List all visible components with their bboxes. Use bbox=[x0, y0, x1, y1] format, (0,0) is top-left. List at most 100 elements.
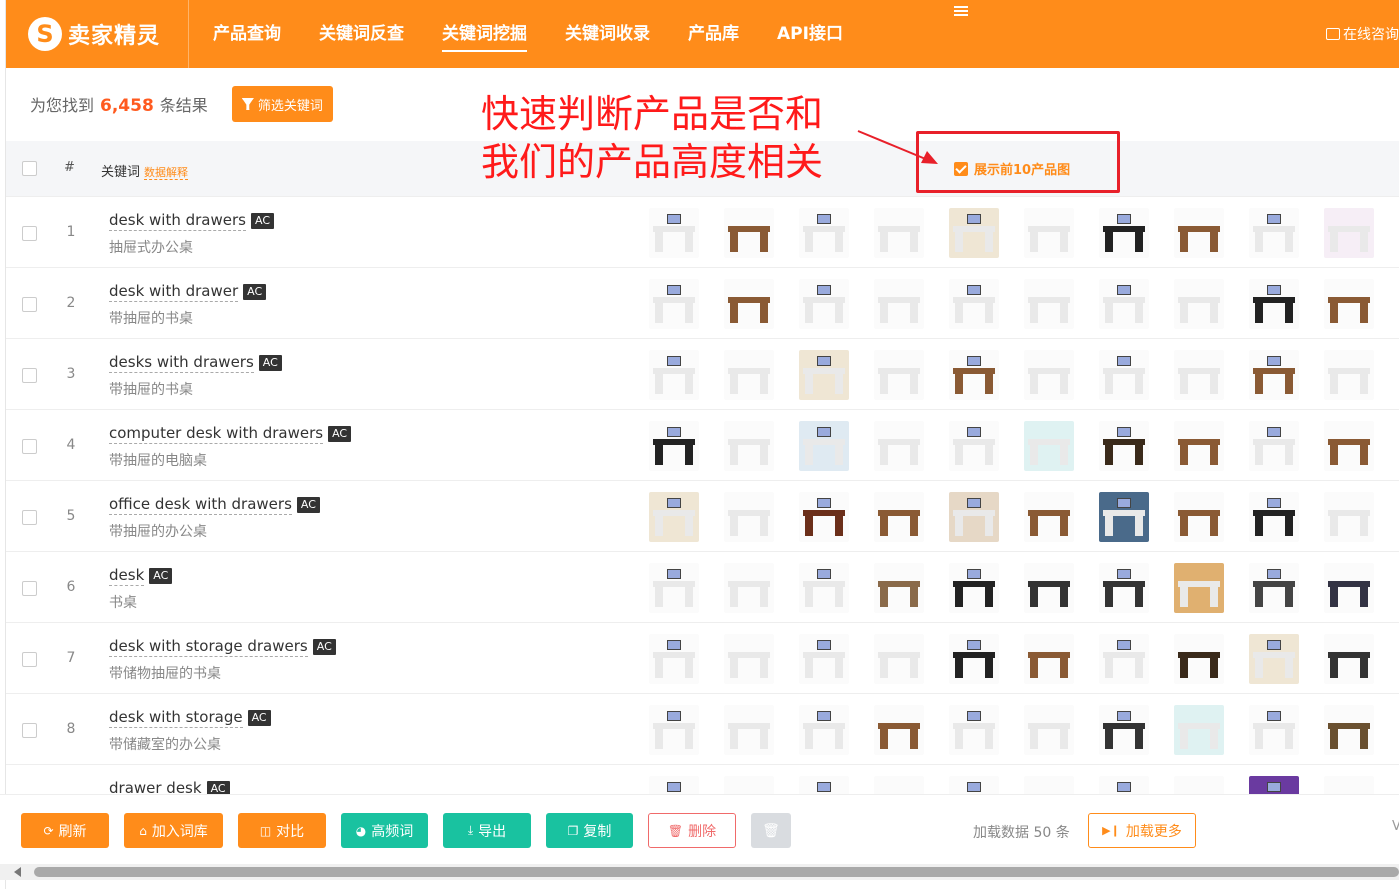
product-thumbnail[interactable] bbox=[1249, 279, 1299, 329]
delete-button[interactable]: 🗑 删除 bbox=[648, 813, 736, 848]
product-thumbnail[interactable] bbox=[649, 776, 699, 794]
horizontal-scroll-thumb[interactable] bbox=[34, 867, 1399, 877]
product-thumbnail[interactable] bbox=[1324, 634, 1374, 684]
show-top10-checkbox[interactable] bbox=[954, 161, 968, 176]
product-thumbnail[interactable] bbox=[724, 776, 774, 794]
row-checkbox[interactable] bbox=[22, 652, 37, 667]
product-thumbnail[interactable] bbox=[1024, 776, 1074, 794]
product-thumbnail[interactable] bbox=[874, 776, 924, 794]
keyword-link[interactable]: desk with drawer bbox=[109, 281, 239, 302]
product-thumbnail[interactable] bbox=[1174, 634, 1224, 684]
product-thumbnail[interactable] bbox=[724, 492, 774, 542]
product-thumbnail[interactable] bbox=[799, 563, 849, 613]
keyword-link[interactable]: desk with drawers bbox=[109, 210, 246, 231]
product-thumbnail[interactable] bbox=[949, 563, 999, 613]
product-thumbnail[interactable] bbox=[874, 350, 924, 400]
product-thumbnail[interactable] bbox=[1099, 634, 1149, 684]
scroll-left-arrow-icon[interactable] bbox=[14, 867, 21, 877]
product-thumbnail[interactable] bbox=[1249, 705, 1299, 755]
product-thumbnail[interactable] bbox=[1024, 563, 1074, 613]
product-thumbnail[interactable] bbox=[1174, 492, 1224, 542]
filter-keywords-button[interactable]: 筛选关键词 bbox=[231, 86, 333, 122]
product-thumbnail[interactable] bbox=[874, 705, 924, 755]
nav-item-product-query[interactable]: 产品查询 bbox=[213, 0, 281, 68]
product-thumbnail[interactable] bbox=[949, 208, 999, 258]
select-all-checkbox[interactable] bbox=[22, 161, 37, 176]
product-thumbnail[interactable] bbox=[799, 776, 849, 794]
product-thumbnail[interactable] bbox=[1174, 776, 1224, 794]
keyword-link[interactable]: desk with storage drawers bbox=[109, 636, 308, 657]
product-thumbnail[interactable] bbox=[1099, 705, 1149, 755]
product-thumbnail[interactable] bbox=[1099, 563, 1149, 613]
product-thumbnail[interactable] bbox=[874, 208, 924, 258]
product-thumbnail[interactable] bbox=[1324, 421, 1374, 471]
row-checkbox[interactable] bbox=[22, 581, 37, 596]
product-thumbnail[interactable] bbox=[1249, 776, 1299, 794]
keyword-link[interactable]: desks with drawers bbox=[109, 352, 254, 373]
product-thumbnail[interactable] bbox=[1099, 279, 1149, 329]
row-checkbox[interactable] bbox=[22, 723, 37, 738]
product-thumbnail[interactable] bbox=[1174, 705, 1224, 755]
logo[interactable]: S 卖家精灵 bbox=[28, 14, 160, 54]
product-thumbnail[interactable] bbox=[1324, 776, 1374, 794]
show-top10-toggle[interactable]: 展示前10产品图 bbox=[954, 159, 1070, 178]
high-frequency-button[interactable]: ◕ 高频词 bbox=[341, 813, 428, 848]
product-thumbnail[interactable] bbox=[1324, 279, 1374, 329]
compare-button[interactable]: ◫ 对比 bbox=[238, 813, 326, 848]
product-thumbnail[interactable] bbox=[949, 421, 999, 471]
product-thumbnail[interactable] bbox=[949, 705, 999, 755]
product-thumbnail[interactable] bbox=[1324, 208, 1374, 258]
product-thumbnail[interactable] bbox=[949, 776, 999, 794]
product-thumbnail[interactable] bbox=[1024, 705, 1074, 755]
collapse-menu-icon[interactable] bbox=[951, 4, 971, 18]
product-thumbnail[interactable] bbox=[1024, 634, 1074, 684]
product-thumbnail[interactable] bbox=[1099, 776, 1149, 794]
product-thumbnail[interactable] bbox=[1249, 350, 1299, 400]
product-thumbnail[interactable] bbox=[1174, 208, 1224, 258]
row-checkbox[interactable] bbox=[22, 226, 37, 241]
product-thumbnail[interactable] bbox=[949, 634, 999, 684]
product-thumbnail[interactable] bbox=[874, 634, 924, 684]
product-thumbnail[interactable] bbox=[724, 350, 774, 400]
product-thumbnail[interactable] bbox=[1324, 350, 1374, 400]
product-thumbnail[interactable] bbox=[1249, 492, 1299, 542]
product-thumbnail[interactable] bbox=[1024, 421, 1074, 471]
keyword-link[interactable]: computer desk with drawers bbox=[109, 423, 324, 444]
product-thumbnail[interactable] bbox=[724, 279, 774, 329]
horizontal-scrollbar[interactable] bbox=[0, 864, 1399, 880]
product-thumbnail[interactable] bbox=[799, 350, 849, 400]
product-thumbnail[interactable] bbox=[799, 421, 849, 471]
product-thumbnail[interactable] bbox=[949, 492, 999, 542]
product-thumbnail[interactable] bbox=[649, 705, 699, 755]
product-thumbnail[interactable] bbox=[1249, 634, 1299, 684]
row-checkbox[interactable] bbox=[22, 510, 37, 525]
product-thumbnail[interactable] bbox=[649, 492, 699, 542]
nav-item-product-library[interactable]: 产品库 bbox=[688, 0, 739, 68]
product-thumbnail[interactable] bbox=[1174, 421, 1224, 471]
keyword-link[interactable]: office desk with drawers bbox=[109, 494, 292, 515]
product-thumbnail[interactable] bbox=[724, 208, 774, 258]
product-thumbnail[interactable] bbox=[1099, 492, 1149, 542]
row-checkbox[interactable] bbox=[22, 439, 37, 454]
row-checkbox[interactable] bbox=[22, 368, 37, 383]
keyword-link[interactable]: drawer desk bbox=[109, 778, 202, 794]
product-thumbnail[interactable] bbox=[1324, 563, 1374, 613]
product-thumbnail[interactable] bbox=[1324, 705, 1374, 755]
product-thumbnail[interactable] bbox=[1099, 208, 1149, 258]
product-thumbnail[interactable] bbox=[724, 705, 774, 755]
refresh-button[interactable]: ⟳ 刷新 bbox=[21, 813, 109, 848]
row-checkbox[interactable] bbox=[22, 297, 37, 312]
product-thumbnail[interactable] bbox=[799, 208, 849, 258]
product-thumbnail[interactable] bbox=[724, 634, 774, 684]
product-thumbnail[interactable] bbox=[1249, 563, 1299, 613]
nav-item-keyword-indexing[interactable]: 关键词收录 bbox=[565, 0, 650, 68]
product-thumbnail[interactable] bbox=[799, 705, 849, 755]
keyword-link[interactable]: desk bbox=[109, 565, 145, 586]
product-thumbnail[interactable] bbox=[874, 563, 924, 613]
product-thumbnail[interactable] bbox=[1024, 492, 1074, 542]
product-thumbnail[interactable] bbox=[949, 350, 999, 400]
product-thumbnail[interactable] bbox=[1024, 350, 1074, 400]
clear-button[interactable]: 🗑 bbox=[751, 813, 791, 848]
product-thumbnail[interactable] bbox=[949, 279, 999, 329]
product-thumbnail[interactable] bbox=[649, 421, 699, 471]
